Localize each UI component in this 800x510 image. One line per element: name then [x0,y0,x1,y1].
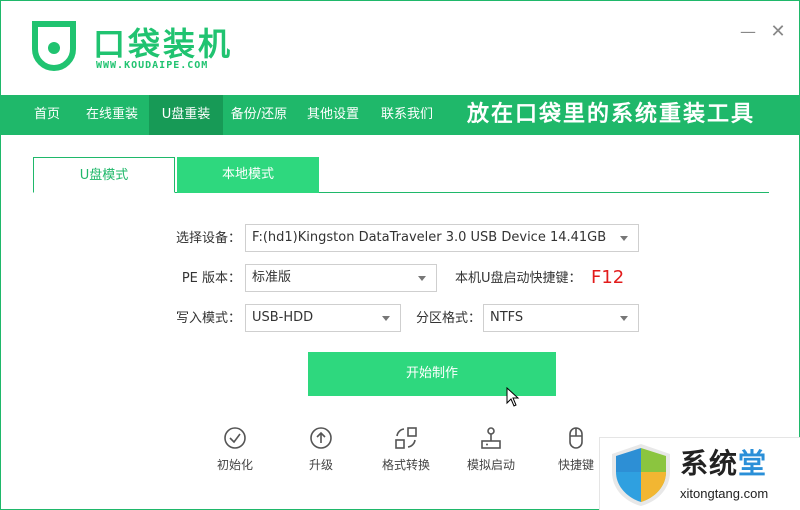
watermark-url: xitongtang.com [680,486,769,501]
close-button[interactable]: ✕ [769,23,787,41]
tab-usb-mode[interactable]: U盘模式 [33,157,175,193]
partition-format-label: 分区格式： [415,311,481,326]
nav-item-online-reinstall[interactable]: 在线重装 [75,95,149,135]
partition-format-value: NTFS [490,310,524,325]
check-circle-icon [224,427,246,449]
tool-upgrade[interactable]: 升级 [286,426,356,476]
write-mode-label: 写入模式： [175,311,241,326]
chevron-down-icon [418,276,426,281]
tool-upgrade-label: 升级 [308,458,333,472]
nav-item-home[interactable]: 首页 [19,95,75,135]
tab-local-mode[interactable]: 本地模式 [177,157,319,193]
minimize-button[interactable]: — [739,23,757,41]
tool-simulate-boot[interactable]: 模拟启动 [456,426,526,476]
tool-format-convert[interactable]: 格式转换 [371,426,441,476]
write-mode-select[interactable]: USB-HDD [245,304,401,332]
watermark-title: 系统堂 [680,447,768,480]
chevron-down-icon [620,236,628,241]
nav-item-other-settings[interactable]: 其他设置 [295,95,371,135]
nav-item-contact-us[interactable]: 联系我们 [371,95,443,135]
device-label: 选择设备： [175,231,241,246]
watermark-badge: 系统堂 xitongtang.com [599,437,800,510]
logo-pocket-icon [32,21,76,71]
tool-initialize[interactable]: 初始化 [200,426,270,476]
logo-title: 口袋装机 [93,25,234,63]
mouse-icon [569,427,583,449]
tool-simulate-boot-label: 模拟启动 [466,458,515,472]
app-header: 口袋装机 WWW.KOUDAIPE.COM — ✕ [1,1,799,95]
write-mode-value: USB-HDD [252,310,314,325]
chevron-down-icon [382,316,390,321]
chevron-down-icon [620,316,628,321]
convert-icon [395,427,417,449]
main-nav: 首页 在线重装 U盘重装 备份/还原 其他设置 联系我们 放在口袋里的系统重装工… [1,95,799,135]
app-window: 口袋装机 WWW.KOUDAIPE.COM — ✕ 首页 在线重装 U盘重装 备… [0,0,800,510]
tool-format-convert-label: 格式转换 [381,458,430,472]
device-select-value: F:(hd1)Kingston DataTraveler 3.0 USB Dev… [252,230,607,245]
pe-version-label: PE 版本： [181,271,241,286]
nav-item-backup-restore[interactable]: 备份/还原 [223,95,295,135]
joystick-icon [481,427,501,449]
device-select[interactable]: F:(hd1)Kingston DataTraveler 3.0 USB Dev… [245,224,639,252]
boot-hotkey-label: 本机U盘启动快捷键： [455,271,582,286]
tool-initialize-label: 初始化 [216,458,253,472]
arrow-up-circle-icon [310,427,332,449]
nav-slogan: 放在口袋里的系统重装工具 [467,102,756,127]
mouse-cursor-icon [506,387,520,407]
nav-item-usb-reinstall[interactable]: U盘重装 [149,95,223,135]
pe-version-select[interactable]: 标准版 [245,264,437,292]
shield-logo-icon [612,444,670,506]
boot-hotkey-value: F12 [591,267,625,288]
pe-version-value: 标准版 [252,270,292,285]
partition-format-select[interactable]: NTFS [483,304,639,332]
logo-url: WWW.KOUDAIPE.COM [96,60,209,71]
